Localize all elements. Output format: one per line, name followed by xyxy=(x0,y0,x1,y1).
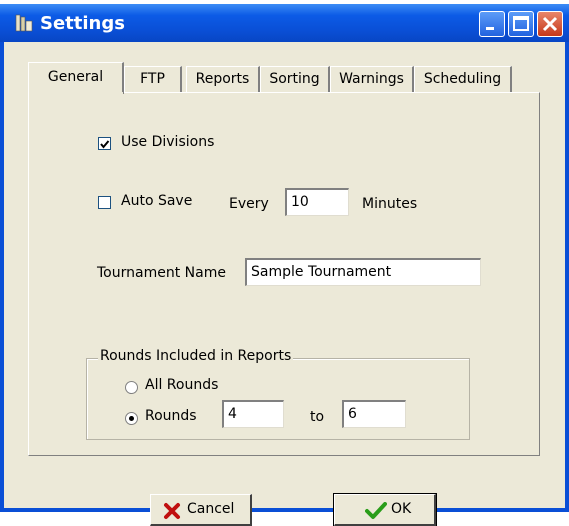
maximize-button[interactable] xyxy=(508,11,534,37)
rounds-to-input[interactable]: 6 xyxy=(342,400,406,428)
all-rounds-label[interactable]: All Rounds xyxy=(145,377,218,393)
app-icon xyxy=(15,14,33,32)
tab-ftp[interactable]: FTP xyxy=(124,66,182,93)
auto-save-checkbox[interactable] xyxy=(98,196,111,209)
tab-label: Sorting xyxy=(269,71,320,87)
tab-label: FTP xyxy=(140,71,165,87)
ok-button[interactable]: OK xyxy=(333,493,437,526)
tournament-name-input[interactable]: Sample Tournament xyxy=(245,258,481,286)
rounds-from-input[interactable]: 4 xyxy=(222,400,284,428)
cancel-button-label: Cancel xyxy=(187,501,235,517)
auto-save-interval-input[interactable]: 10 xyxy=(285,188,349,216)
close-icon xyxy=(542,16,558,32)
window-title: Settings xyxy=(40,13,125,34)
active-tab-join xyxy=(29,92,123,94)
maximize-icon xyxy=(513,16,529,31)
rounds-label[interactable]: Rounds xyxy=(145,408,197,424)
tab-label: Scheduling xyxy=(423,71,502,87)
to-label: to xyxy=(310,409,325,425)
tab-label: General xyxy=(47,69,104,85)
tab-scheduling[interactable]: Scheduling xyxy=(414,66,512,93)
all-rounds-radio[interactable] xyxy=(125,381,138,394)
dialog-body: General FTP Reports Sorting Warnings Sch… xyxy=(4,42,565,526)
ok-button-label: OK xyxy=(391,501,412,517)
tournament-name-label: Tournament Name xyxy=(97,265,226,281)
tab-label: Warnings xyxy=(339,71,404,87)
tab-warnings[interactable]: Warnings xyxy=(330,66,414,93)
tab-label: Reports xyxy=(195,71,250,87)
ok-check-icon xyxy=(365,502,387,519)
use-divisions-label[interactable]: Use Divisions xyxy=(121,134,214,150)
radio-selected-dot xyxy=(129,416,134,421)
tab-general[interactable]: General xyxy=(28,62,124,94)
rounds-radio[interactable] xyxy=(125,412,138,425)
use-divisions-checkbox[interactable] xyxy=(98,137,111,150)
minutes-label: Minutes xyxy=(362,196,418,212)
cancel-x-icon xyxy=(164,503,180,519)
every-label: Every xyxy=(229,196,269,212)
settings-window: Settings General FTP Reports Sorting War… xyxy=(0,4,569,526)
auto-save-label[interactable]: Auto Save xyxy=(121,193,192,209)
checkmark-icon xyxy=(100,140,110,149)
minimize-button[interactable] xyxy=(479,11,505,37)
rounds-groupbox-title: Rounds Included in Reports xyxy=(98,348,294,364)
minimize-icon xyxy=(486,27,494,30)
tab-reports[interactable]: Reports xyxy=(186,66,260,93)
title-bar[interactable]: Settings xyxy=(0,4,569,42)
cancel-button[interactable]: Cancel xyxy=(150,494,252,526)
close-button[interactable] xyxy=(537,11,563,37)
tab-sorting[interactable]: Sorting xyxy=(260,66,330,93)
